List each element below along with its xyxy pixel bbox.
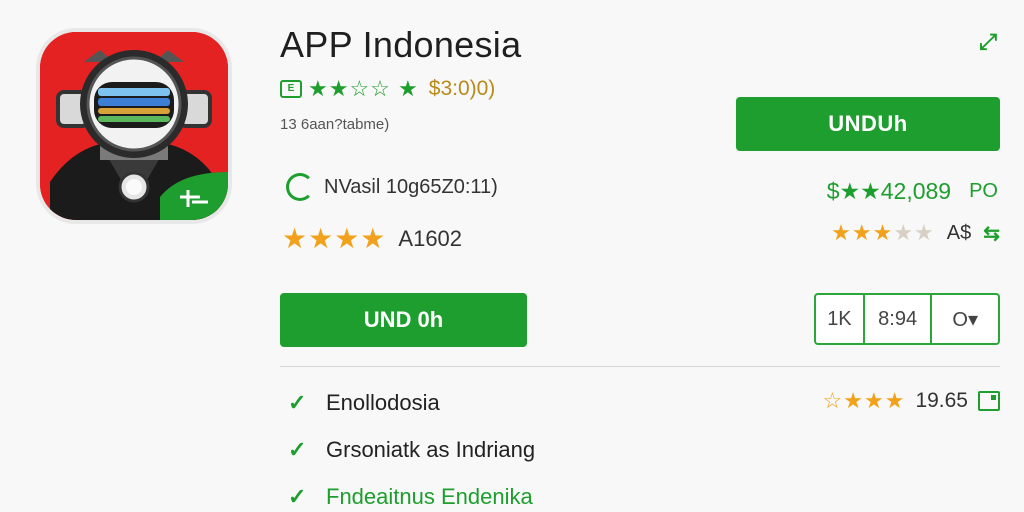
feature-item: ✓ Enollodosia xyxy=(288,390,440,416)
robot-mascot-icon xyxy=(40,32,228,220)
check-icon: ✓ xyxy=(288,390,307,415)
app-title: APP Indonesia xyxy=(280,24,522,65)
install-button-top[interactable]: UNDUh xyxy=(736,97,1000,151)
app-subtitle: 13 6aan?tabme) xyxy=(280,116,390,133)
feature-text: Grsoniatk as Indriang xyxy=(326,437,536,462)
review-stars: ☆★★★ xyxy=(823,388,906,414)
star-empty-icon: ★★ xyxy=(893,220,935,245)
swap-icon[interactable]: ⇆ xyxy=(983,221,1000,246)
price-value: $★★42,089 xyxy=(826,178,952,204)
rating-right-code: A$ xyxy=(946,221,972,244)
app-icon-image xyxy=(40,32,228,220)
feature-item: ✓ Fndeaitnus Endenika xyxy=(288,484,533,510)
segment-1k[interactable]: 1K xyxy=(816,295,865,343)
check-icon: ✓ xyxy=(288,484,307,509)
star-icon: ★★★ xyxy=(831,220,894,245)
refresh-icon xyxy=(286,173,314,201)
rating-stars: ★★☆☆ ★ xyxy=(308,76,419,102)
share-icon[interactable]: ⤢ xyxy=(974,28,1002,56)
star-outline-icon: ☆☆ xyxy=(349,76,391,101)
rating-summary: E ★★☆☆ ★ $3:0)0) xyxy=(280,76,495,102)
check-icon: ✓ xyxy=(288,437,307,462)
feature-text: Fndeaitnus Endenika xyxy=(326,484,533,509)
review-score: 19.65 xyxy=(915,389,968,412)
rating-left-code: A1602 xyxy=(398,225,463,251)
star-icon: ★ xyxy=(398,76,419,101)
segment-size[interactable]: 8:94 xyxy=(865,295,933,343)
price-row: $★★42,089 PO xyxy=(827,178,998,205)
divider xyxy=(280,366,1000,367)
app-store-page: APP Indonesia ⤢ E ★★☆☆ ★ $3:0)0) 13 6aan… xyxy=(0,0,1024,512)
install-button-main[interactable]: UND 0h xyxy=(280,293,527,347)
segment-dropdown[interactable]: O▾ xyxy=(932,295,998,343)
star-outline-icon: ☆★★★ xyxy=(822,388,906,413)
info-row: NVasil 10g65Z0:11) xyxy=(286,172,498,202)
star-icon: ★★ xyxy=(308,76,350,101)
rating-count: $3:0)0) xyxy=(428,77,496,100)
expand-icon[interactable] xyxy=(978,391,1000,411)
rating-badge-icon: E xyxy=(280,80,302,98)
rating-stars-right: ★★★★★ xyxy=(831,220,935,246)
rating-stars-left: ★★★★ xyxy=(282,223,387,254)
review-summary: ☆★★★ 19.65 xyxy=(823,388,1000,414)
feature-text: Enollodosia xyxy=(326,390,440,415)
feature-item: ✓ Grsoniatk as Indriang xyxy=(288,437,535,463)
price-code: PO xyxy=(969,180,998,202)
rating-right: ★★★★★ A$ ⇆ xyxy=(831,220,1000,246)
rating-left: ★★★★ A1602 xyxy=(282,222,462,255)
segmented-control: 1K 8:94 O▾ xyxy=(814,293,1000,345)
info-text: NVasil 10g65Z0:11) xyxy=(324,175,498,198)
app-icon[interactable] xyxy=(36,28,232,224)
